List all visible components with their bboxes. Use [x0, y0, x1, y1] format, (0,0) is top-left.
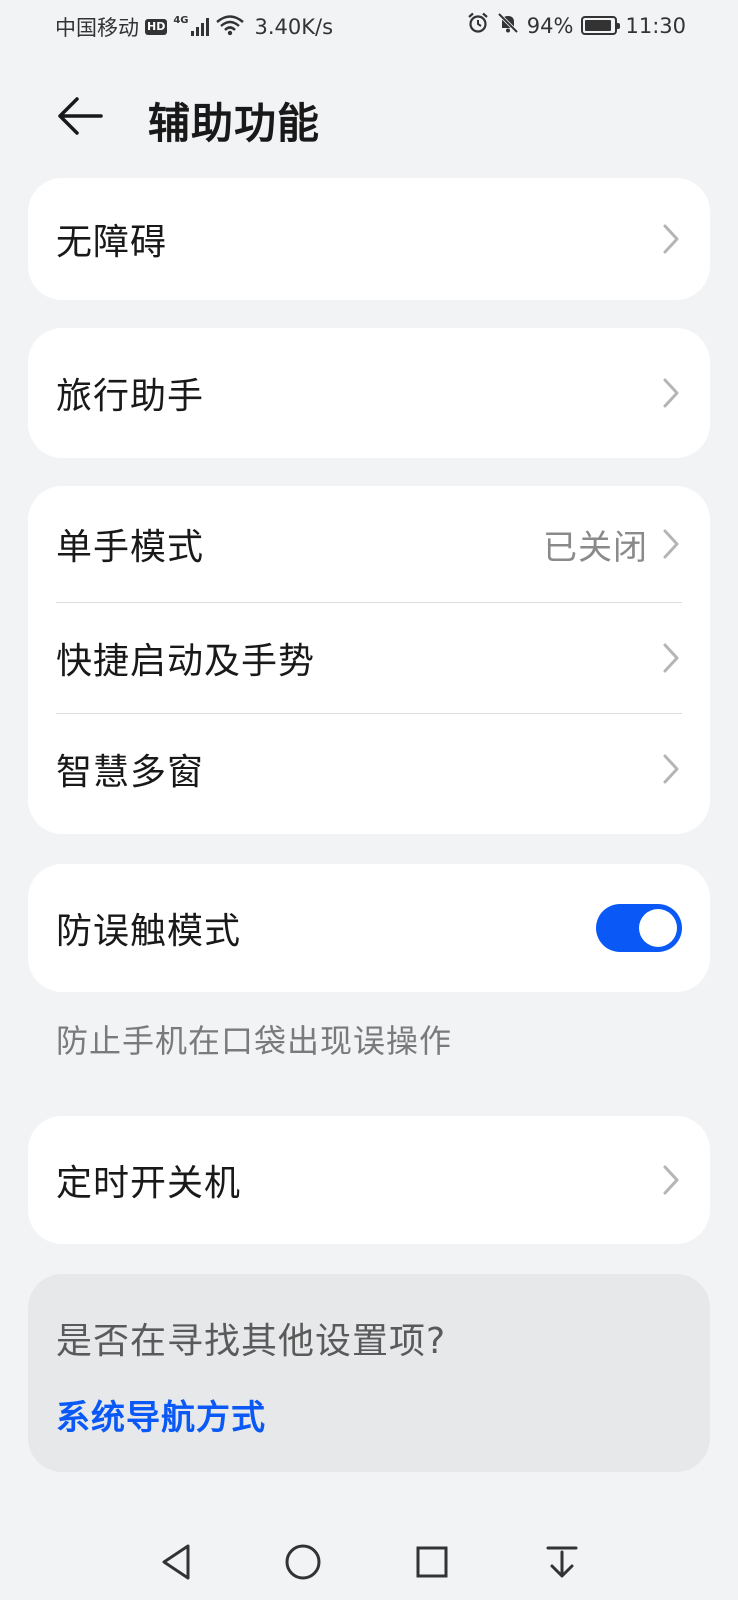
row-accessibility[interactable]: 无障碍 — [28, 178, 710, 300]
pocket-mode-caption: 防止手机在口袋出现误操作 — [56, 1022, 453, 1060]
notification-pull-icon — [546, 1546, 578, 1578]
row-shortcuts-gestures[interactable]: 快捷启动及手势 — [28, 603, 710, 713]
chevron-right-icon — [660, 376, 682, 410]
home-circle-icon — [285, 1544, 321, 1580]
row-label: 智慧多窗 — [56, 752, 205, 793]
arrow-left-icon — [58, 97, 103, 135]
nav-home-button[interactable] — [275, 1534, 331, 1590]
pocket-mode-toggle[interactable] — [596, 904, 682, 952]
battery-icon — [581, 16, 621, 35]
row-label: 单手模式 — [56, 527, 205, 568]
screen: 中国移动 HD 4G 3.40K/s 94% 11:30 辅助功能 无障碍 旅行… — [0, 0, 738, 1600]
settings-card-group: 单手模式 已关闭 快捷启动及手势 智慧多窗 — [28, 486, 710, 834]
settings-card-scheduled-power: 定时开关机 — [28, 1116, 710, 1244]
toggle-knob — [639, 909, 677, 947]
settings-card-pocket-mode: 防误触模式 — [28, 864, 710, 992]
mute-icon — [497, 12, 519, 39]
status-left: 中国移动 HD 4G 3.40K/s — [55, 12, 333, 42]
hint-question: 是否在寻找其他设置项? — [56, 1321, 447, 1362]
system-navigation-link[interactable]: 系统导航方式 — [56, 1390, 266, 1439]
row-one-hand-mode[interactable]: 单手模式 已关闭 — [28, 486, 710, 602]
back-button[interactable] — [52, 88, 108, 144]
chevron-right-icon — [660, 752, 682, 786]
recents-square-icon — [416, 1546, 448, 1578]
row-travel-assistant[interactable]: 旅行助手 — [28, 328, 710, 458]
settings-card-accessibility: 无障碍 — [28, 178, 710, 300]
row-smart-multiwindow[interactable]: 智慧多窗 — [28, 714, 710, 824]
row-label: 定时开关机 — [56, 1163, 242, 1204]
nav-recents-button[interactable] — [404, 1534, 460, 1590]
row-label: 无障碍 — [56, 222, 168, 263]
wifi-icon — [215, 14, 245, 41]
signal-icon — [190, 18, 209, 36]
chevron-right-icon — [660, 641, 682, 675]
row-label: 旅行助手 — [56, 376, 205, 417]
chevron-right-icon — [660, 1163, 682, 1197]
alarm-icon — [467, 12, 489, 39]
hint-card: 是否在寻找其他设置项? 系统导航方式 — [28, 1274, 710, 1472]
network-speed: 3.40K/s — [254, 15, 334, 39]
carrier-name: 中国移动 — [55, 16, 139, 40]
chevron-right-icon — [660, 222, 682, 256]
row-label: 防误触模式 — [56, 911, 242, 952]
row-pocket-mode: 防误触模式 — [28, 864, 710, 992]
app-header: 辅助功能 — [0, 78, 738, 154]
hd-icon: HD — [145, 19, 168, 35]
row-label: 快捷启动及手势 — [56, 641, 316, 682]
status-right: 94% 11:30 — [467, 12, 686, 39]
clock: 11:30 — [625, 13, 686, 38]
chevron-right-icon — [660, 527, 682, 561]
battery-percent: 94% — [526, 13, 574, 38]
network-type: 4G — [173, 14, 189, 26]
page-title: 辅助功能 — [148, 99, 321, 148]
nav-back-button[interactable] — [148, 1534, 204, 1590]
status-bar: 中国移动 HD 4G 3.40K/s 94% 11:30 — [0, 0, 738, 52]
row-value: 已关闭 — [543, 527, 648, 568]
navigation-bar — [0, 1520, 738, 1600]
nav-notification-button[interactable] — [534, 1534, 590, 1590]
settings-card-travel: 旅行助手 — [28, 328, 710, 458]
row-scheduled-power[interactable]: 定时开关机 — [28, 1116, 710, 1244]
back-triangle-icon — [162, 1544, 190, 1580]
